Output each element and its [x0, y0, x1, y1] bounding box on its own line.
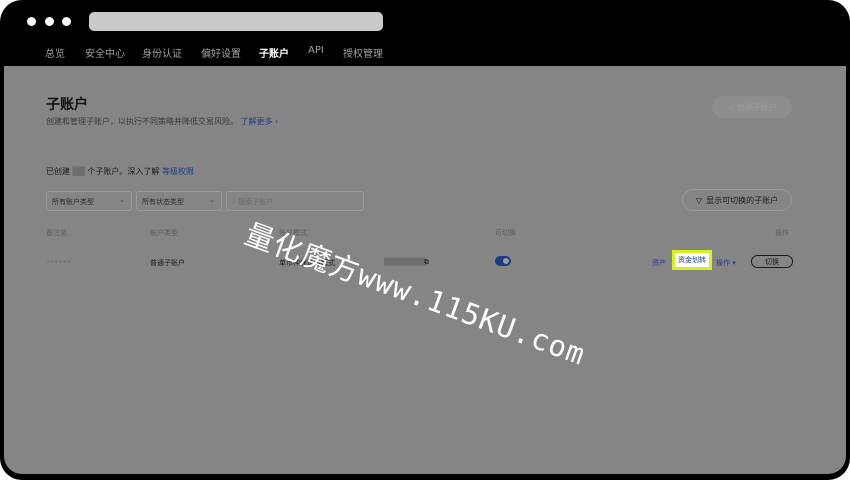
col-header-actions: 操作: [775, 229, 789, 237]
caret-down-icon: ▾: [732, 259, 736, 267]
top-nav: 总览 安全中心 身份认证 偏好设置 子账户 API 授权管理: [0, 40, 850, 66]
fund-transfer-label: 资金划转: [678, 256, 706, 264]
nav-overview[interactable]: 总览: [45, 45, 65, 60]
watermark-text: 量化魔方www.115KU.com: [240, 216, 591, 372]
browser-frame: 总览 安全中心 身份认证 偏好设置 子账户 API 授权管理 子账户 创建和管理…: [0, 0, 850, 480]
window-close-dot[interactable]: [27, 17, 36, 26]
show-switchable-label: 显示可切换的子账户: [706, 195, 779, 205]
count-value: ██: [72, 167, 85, 176]
assets-link[interactable]: 资产: [652, 258, 666, 268]
address-bar[interactable]: [89, 12, 383, 31]
create-subaccount-label: 创建子账户: [736, 102, 777, 112]
window-minimize-dot[interactable]: [45, 17, 54, 26]
main-content: 子账户 创建和管理子账户，以执行不同策略并降低交易风险。 了解更多 › + 创建…: [4, 66, 846, 474]
chevron-right-icon: ›: [275, 117, 279, 126]
row-name: ••••••: [46, 258, 71, 266]
chevron-down-icon: ⌄: [119, 196, 125, 204]
show-switchable-button[interactable]: ▽ 显示可切换的子账户: [682, 189, 792, 211]
search-input[interactable]: ⌕ 搜索子账户: [226, 191, 364, 211]
nav-api[interactable]: API: [308, 45, 324, 56]
learn-more-link[interactable]: 了解更多 ›: [241, 117, 279, 126]
search-placeholder: 搜索子账户: [238, 198, 274, 206]
tier-permissions-link[interactable]: 等级权限: [162, 167, 194, 176]
col-header-type: 账户类型: [150, 229, 178, 237]
nav-security[interactable]: 安全中心: [85, 45, 125, 60]
create-subaccount-button[interactable]: + 创建子账户: [712, 96, 792, 118]
col-header-name: 备注名: [46, 229, 67, 237]
row-type: 普通子账户: [150, 259, 185, 267]
account-type-select[interactable]: 所有账户类型 ⌄: [46, 191, 132, 211]
switchable-toggle[interactable]: [495, 256, 511, 266]
nav-preferences[interactable]: 偏好设置: [201, 45, 241, 60]
col-header-switchable: 可切换: [495, 229, 516, 237]
plus-icon: +: [727, 102, 734, 112]
search-icon: ⌕: [232, 198, 236, 206]
window-maximize-dot[interactable]: [62, 17, 71, 26]
status-select[interactable]: 所有状态类型 ⌄: [136, 191, 222, 211]
operate-menu[interactable]: 操作 ▾: [716, 258, 736, 268]
nav-authorization[interactable]: 授权管理: [343, 45, 383, 60]
filter-icon: ▽: [695, 195, 703, 205]
page-subtitle: 创建和管理子账户，以执行不同策略并降低交易风险。 了解更多 ›: [46, 116, 278, 127]
copy-icon[interactable]: ⧉: [424, 258, 429, 267]
subaccount-count: 已创建 ██ 个子账户。深入了解 等级权限: [46, 166, 194, 177]
account-type-value: 所有账户类型: [52, 198, 94, 206]
title-bar: [0, 0, 850, 40]
chevron-down-icon: ⌄: [209, 196, 215, 204]
learn-more-label: 了解更多: [240, 117, 273, 126]
status-value: 所有状态类型: [142, 198, 184, 206]
switch-button[interactable]: 切换: [751, 255, 793, 268]
nav-identity[interactable]: 身份认证: [142, 45, 182, 60]
count-prefix: 已创建: [46, 167, 70, 176]
fund-transfer-link[interactable]: 资金划转: [672, 250, 712, 270]
operate-label: 操作: [716, 259, 730, 267]
page-title: 子账户: [46, 97, 88, 113]
nav-subaccounts[interactable]: 子账户: [259, 45, 289, 60]
count-suffix: 个子账户。深入了解: [87, 167, 160, 176]
subtitle-text: 创建和管理子账户，以执行不同策略并降低交易风险。: [46, 117, 238, 126]
switch-label: 切换: [765, 257, 779, 266]
